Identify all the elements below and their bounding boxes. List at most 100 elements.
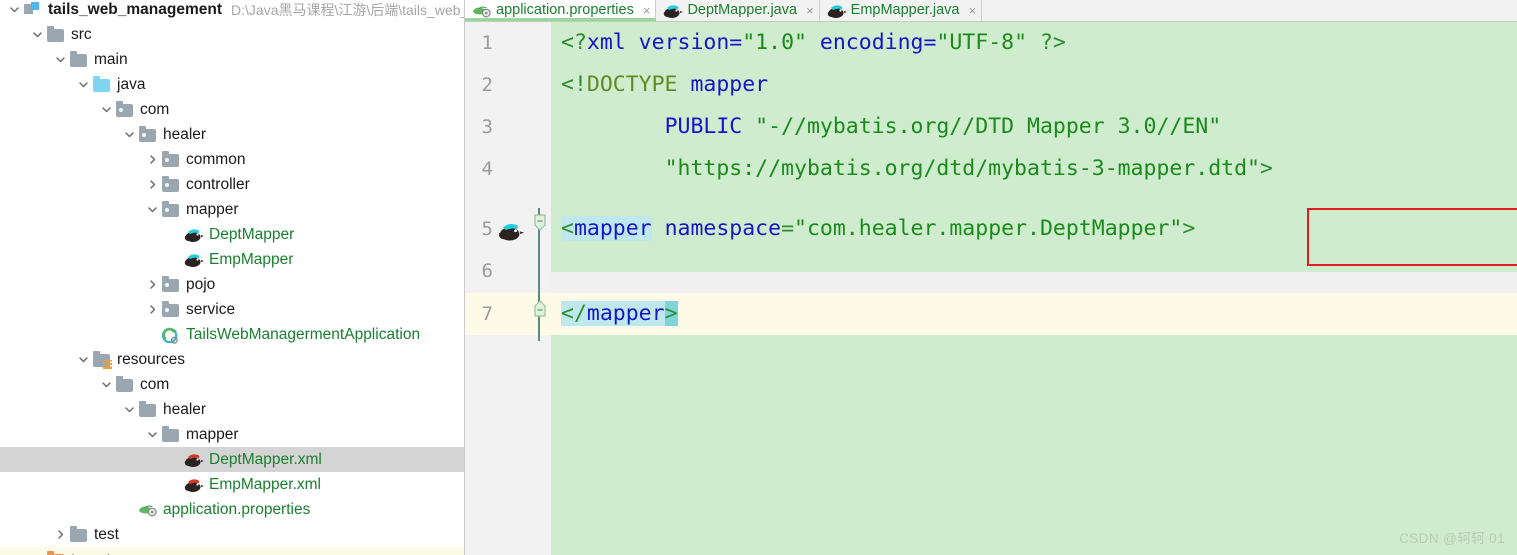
code-line-7[interactable]: </mapper> bbox=[561, 293, 678, 335]
tree-item-label: service bbox=[186, 300, 236, 318]
tree-item-com[interactable]: com bbox=[0, 372, 464, 397]
line-number: 7 bbox=[481, 303, 493, 325]
tree-item-tails-web-management[interactable]: tails_web_management D:\Java黑马课程\江游\后端\ta… bbox=[0, 0, 464, 22]
tree-item-deptmapper[interactable]: DeptMapper bbox=[0, 222, 464, 247]
package-icon bbox=[161, 200, 181, 219]
tree-item-healer[interactable]: healer bbox=[0, 122, 464, 147]
mybatis-run-icon[interactable] bbox=[498, 217, 524, 241]
code-token: mapper bbox=[586, 301, 665, 326]
chevron-down-icon[interactable] bbox=[98, 104, 115, 115]
tree-item-healer[interactable]: healer bbox=[0, 397, 464, 422]
tree-item-empmapper-xml[interactable]: EmpMapper.xml bbox=[0, 472, 464, 497]
tree-item-target[interactable]: target bbox=[0, 547, 464, 555]
tree-item-service[interactable]: service bbox=[0, 297, 464, 322]
tree-item-tailswebmanagermentapplication[interactable]: TailsWebManagermentApplication bbox=[0, 322, 464, 347]
source-folder-icon bbox=[92, 75, 112, 94]
code-token: <? bbox=[561, 30, 587, 55]
mybatis-xml-icon bbox=[184, 476, 204, 494]
project-tree-panel[interactable]: tails_web_management D:\Java黑马课程\江游\后端\ta… bbox=[0, 0, 465, 555]
tree-item-main[interactable]: main bbox=[0, 47, 464, 72]
tree-item-label: TailsWebManagermentApplication bbox=[186, 325, 421, 343]
code-token: xml bbox=[586, 30, 626, 55]
properties-icon bbox=[138, 501, 158, 519]
editor-tab-empmapper-java[interactable]: EmpMapper.java × bbox=[819, 0, 983, 21]
tree-item-label: pojo bbox=[186, 275, 216, 293]
package-icon bbox=[115, 100, 135, 119]
tree-item-src[interactable]: src bbox=[0, 22, 464, 47]
tree-item-com[interactable]: com bbox=[0, 97, 464, 122]
tree-item-empmapper[interactable]: EmpMapper bbox=[0, 247, 464, 272]
chevron-down-icon[interactable] bbox=[75, 79, 92, 90]
package-icon bbox=[161, 300, 181, 319]
watermark: CSDN @轲轲 01 bbox=[1399, 531, 1505, 546]
chevron-down-icon[interactable] bbox=[6, 4, 23, 15]
tree-item-label: resources bbox=[117, 350, 186, 368]
chevron-down-icon[interactable] bbox=[29, 29, 46, 40]
module-icon bbox=[23, 1, 43, 19]
mybatis-mapper-icon bbox=[827, 2, 847, 18]
code-line-3[interactable]: PUBLIC "-//mybatis.org//DTD Mapper 3.0//… bbox=[561, 106, 1222, 148]
tree-item-common[interactable]: common bbox=[0, 147, 464, 172]
fold-end-icon[interactable] bbox=[533, 299, 547, 317]
line-number: 3 bbox=[481, 116, 493, 138]
tree-item-java[interactable]: java bbox=[0, 72, 464, 97]
folder-icon bbox=[69, 525, 89, 544]
chevron-down-icon[interactable] bbox=[121, 404, 138, 415]
close-icon[interactable]: × bbox=[968, 4, 976, 17]
spring-boot-icon bbox=[161, 326, 181, 344]
code-token: <! bbox=[561, 72, 587, 97]
tree-item-controller[interactable]: controller bbox=[0, 172, 464, 197]
editor-tab-bar[interactable]: application.properties × DeptMapper.java × E… bbox=[465, 0, 1517, 22]
chevron-down-icon[interactable] bbox=[98, 379, 115, 390]
excluded-folder-icon bbox=[46, 550, 66, 555]
tree-item-mapper[interactable]: mapper bbox=[0, 197, 464, 222]
tree-item-mapper[interactable]: mapper bbox=[0, 422, 464, 447]
chevron-down-icon[interactable] bbox=[144, 204, 161, 215]
tree-item-label: tails_web_management bbox=[48, 0, 223, 18]
tree-item-pojo[interactable]: pojo bbox=[0, 272, 464, 297]
tree-item-label: common bbox=[186, 150, 246, 168]
fold-collapse-icon[interactable] bbox=[533, 214, 547, 232]
code-token: "-//mybatis.org//DTD Mapper 3.0//EN" bbox=[742, 114, 1222, 139]
chevron-down-icon[interactable] bbox=[75, 354, 92, 365]
line-number: 1 bbox=[481, 32, 493, 54]
gutter-line-4[interactable]: 4 bbox=[465, 148, 551, 190]
package-icon bbox=[161, 150, 181, 169]
folder-icon bbox=[161, 425, 181, 444]
chevron-right-icon[interactable] bbox=[52, 529, 69, 540]
chevron-right-icon[interactable] bbox=[144, 154, 161, 165]
code-line-1[interactable]: <?xml version="1.0" encoding="UTF-8" ?> bbox=[561, 22, 1066, 64]
chevron-right-icon[interactable] bbox=[144, 304, 161, 315]
tree-item-label: controller bbox=[186, 175, 250, 193]
tree-item-label: src bbox=[71, 25, 92, 43]
chevron-down-icon[interactable] bbox=[52, 54, 69, 65]
code-line-2[interactable]: <!DOCTYPE mapper bbox=[561, 64, 768, 106]
code-content[interactable]: <?xml version="1.0" encoding="UTF-8" ?> … bbox=[551, 22, 1517, 555]
code-token: > bbox=[664, 301, 678, 326]
code-line-4[interactable]: "https://mybatis.org/dtd/mybatis-3-mappe… bbox=[561, 148, 1273, 190]
chevron-down-icon[interactable] bbox=[121, 129, 138, 140]
gutter-line-3[interactable]: 3 bbox=[465, 106, 551, 148]
tree-item-test[interactable]: test bbox=[0, 522, 464, 547]
package-icon bbox=[161, 275, 181, 294]
tree-item-resources[interactable]: resources bbox=[0, 347, 464, 372]
tree-item-label: application.properties bbox=[163, 500, 311, 518]
package-icon bbox=[138, 125, 158, 144]
close-icon[interactable]: × bbox=[806, 4, 814, 17]
code-editor[interactable]: 1 2 3 4 5 6 7 <?xml version="1.0" encoding="UT… bbox=[465, 22, 1517, 555]
gutter-line-2[interactable]: 2 bbox=[465, 64, 551, 106]
code-token: namespace bbox=[651, 216, 782, 241]
chevron-down-icon[interactable] bbox=[144, 429, 161, 440]
tree-item-label: mapper bbox=[186, 200, 239, 218]
close-icon[interactable]: × bbox=[643, 4, 651, 17]
tree-item-deptmapper-xml[interactable]: DeptMapper.xml bbox=[0, 447, 464, 472]
code-token: < bbox=[561, 216, 574, 241]
gutter-line-1[interactable]: 1 bbox=[465, 22, 551, 64]
chevron-right-icon[interactable] bbox=[144, 179, 161, 190]
code-line-5[interactable]: <mapper namespace="com.healer.mapper.Dep… bbox=[561, 208, 1195, 250]
tree-item-application-properties[interactable]: application.properties bbox=[0, 497, 464, 522]
chevron-right-icon[interactable] bbox=[144, 279, 161, 290]
editor-tab-deptmapper-java[interactable]: DeptMapper.java × bbox=[656, 0, 820, 21]
mybatis-mapper-icon bbox=[184, 251, 204, 269]
